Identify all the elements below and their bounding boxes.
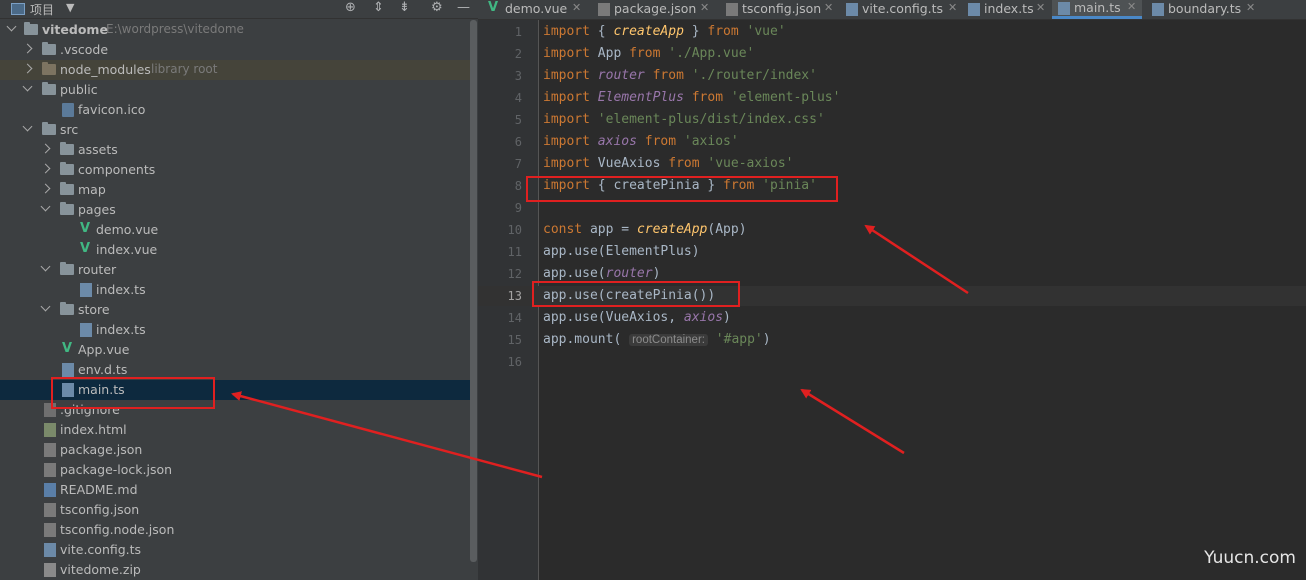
watermark: Yuucn.com	[1204, 548, 1296, 568]
arrow-to-import	[864, 224, 969, 295]
annotation-arrows	[231, 224, 969, 479]
arrow-to-main-ts	[231, 391, 543, 479]
arrow-to-use	[800, 388, 905, 455]
